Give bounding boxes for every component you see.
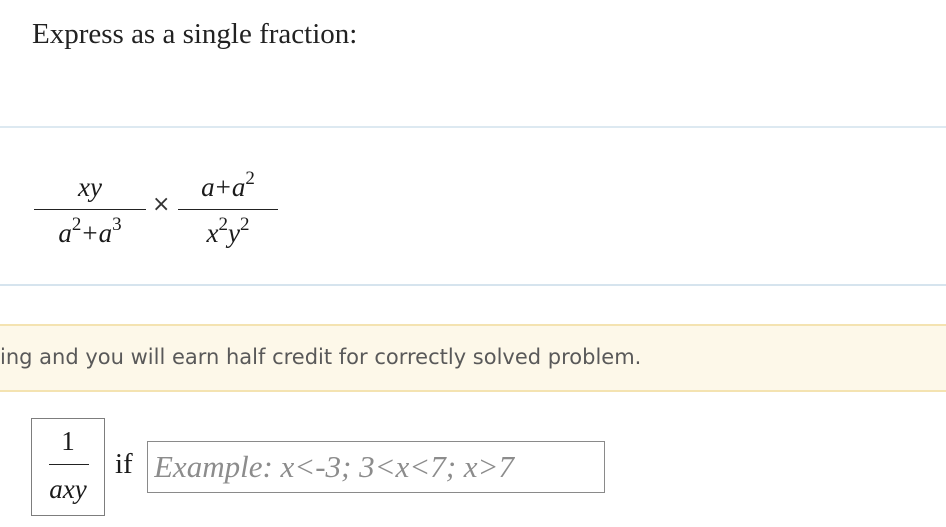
- answer-fraction-bar: [49, 464, 89, 465]
- den-term-a-2: a: [98, 218, 113, 248]
- num-exponent-2: 2: [245, 168, 255, 189]
- partial-credit-text: ing and you will earn half credit for co…: [0, 345, 642, 369]
- expression-bottom-divider: [0, 284, 946, 286]
- answer-numerator[interactable]: 1: [32, 426, 104, 457]
- num-term-a: a: [201, 172, 215, 202]
- den-term-y: y: [228, 218, 240, 248]
- question-prompt: Express as a single fraction:: [32, 18, 358, 50]
- second-fraction-denominator: x2y2: [178, 215, 278, 249]
- second-fraction-bar: [178, 209, 278, 210]
- answer-denominator[interactable]: axy: [32, 474, 104, 505]
- den-term-x: x: [206, 218, 219, 248]
- second-fraction: a+a2 x2y2: [178, 166, 278, 266]
- multiply-operator: ×: [152, 192, 171, 217]
- den-plus-sign: +: [82, 218, 98, 248]
- domain-restriction-input[interactable]: [147, 441, 605, 493]
- condition-label: if: [115, 448, 133, 480]
- num-plus-sign: +: [215, 172, 231, 202]
- den-exponent-3: 3: [112, 214, 122, 235]
- den-exponent-2: 2: [71, 214, 82, 235]
- second-fraction-numerator: a+a2: [178, 169, 278, 203]
- den-y-exponent: 2: [239, 214, 250, 235]
- first-fraction: xy a2+a3: [34, 166, 146, 266]
- den-term-a: a: [58, 218, 72, 248]
- first-fraction-denominator: a2+a3: [34, 215, 146, 249]
- partial-credit-banner: ing and you will earn half credit for co…: [0, 324, 946, 392]
- first-fraction-numerator: xy: [78, 172, 102, 202]
- expression-area: xy a2+a3 × a+a2 x2y2: [0, 126, 946, 284]
- den-x-exponent: 2: [218, 214, 229, 235]
- num-term-a-2: a: [231, 172, 246, 202]
- first-fraction-bar: [34, 209, 146, 210]
- answer-fraction-field[interactable]: 1 axy: [31, 418, 105, 516]
